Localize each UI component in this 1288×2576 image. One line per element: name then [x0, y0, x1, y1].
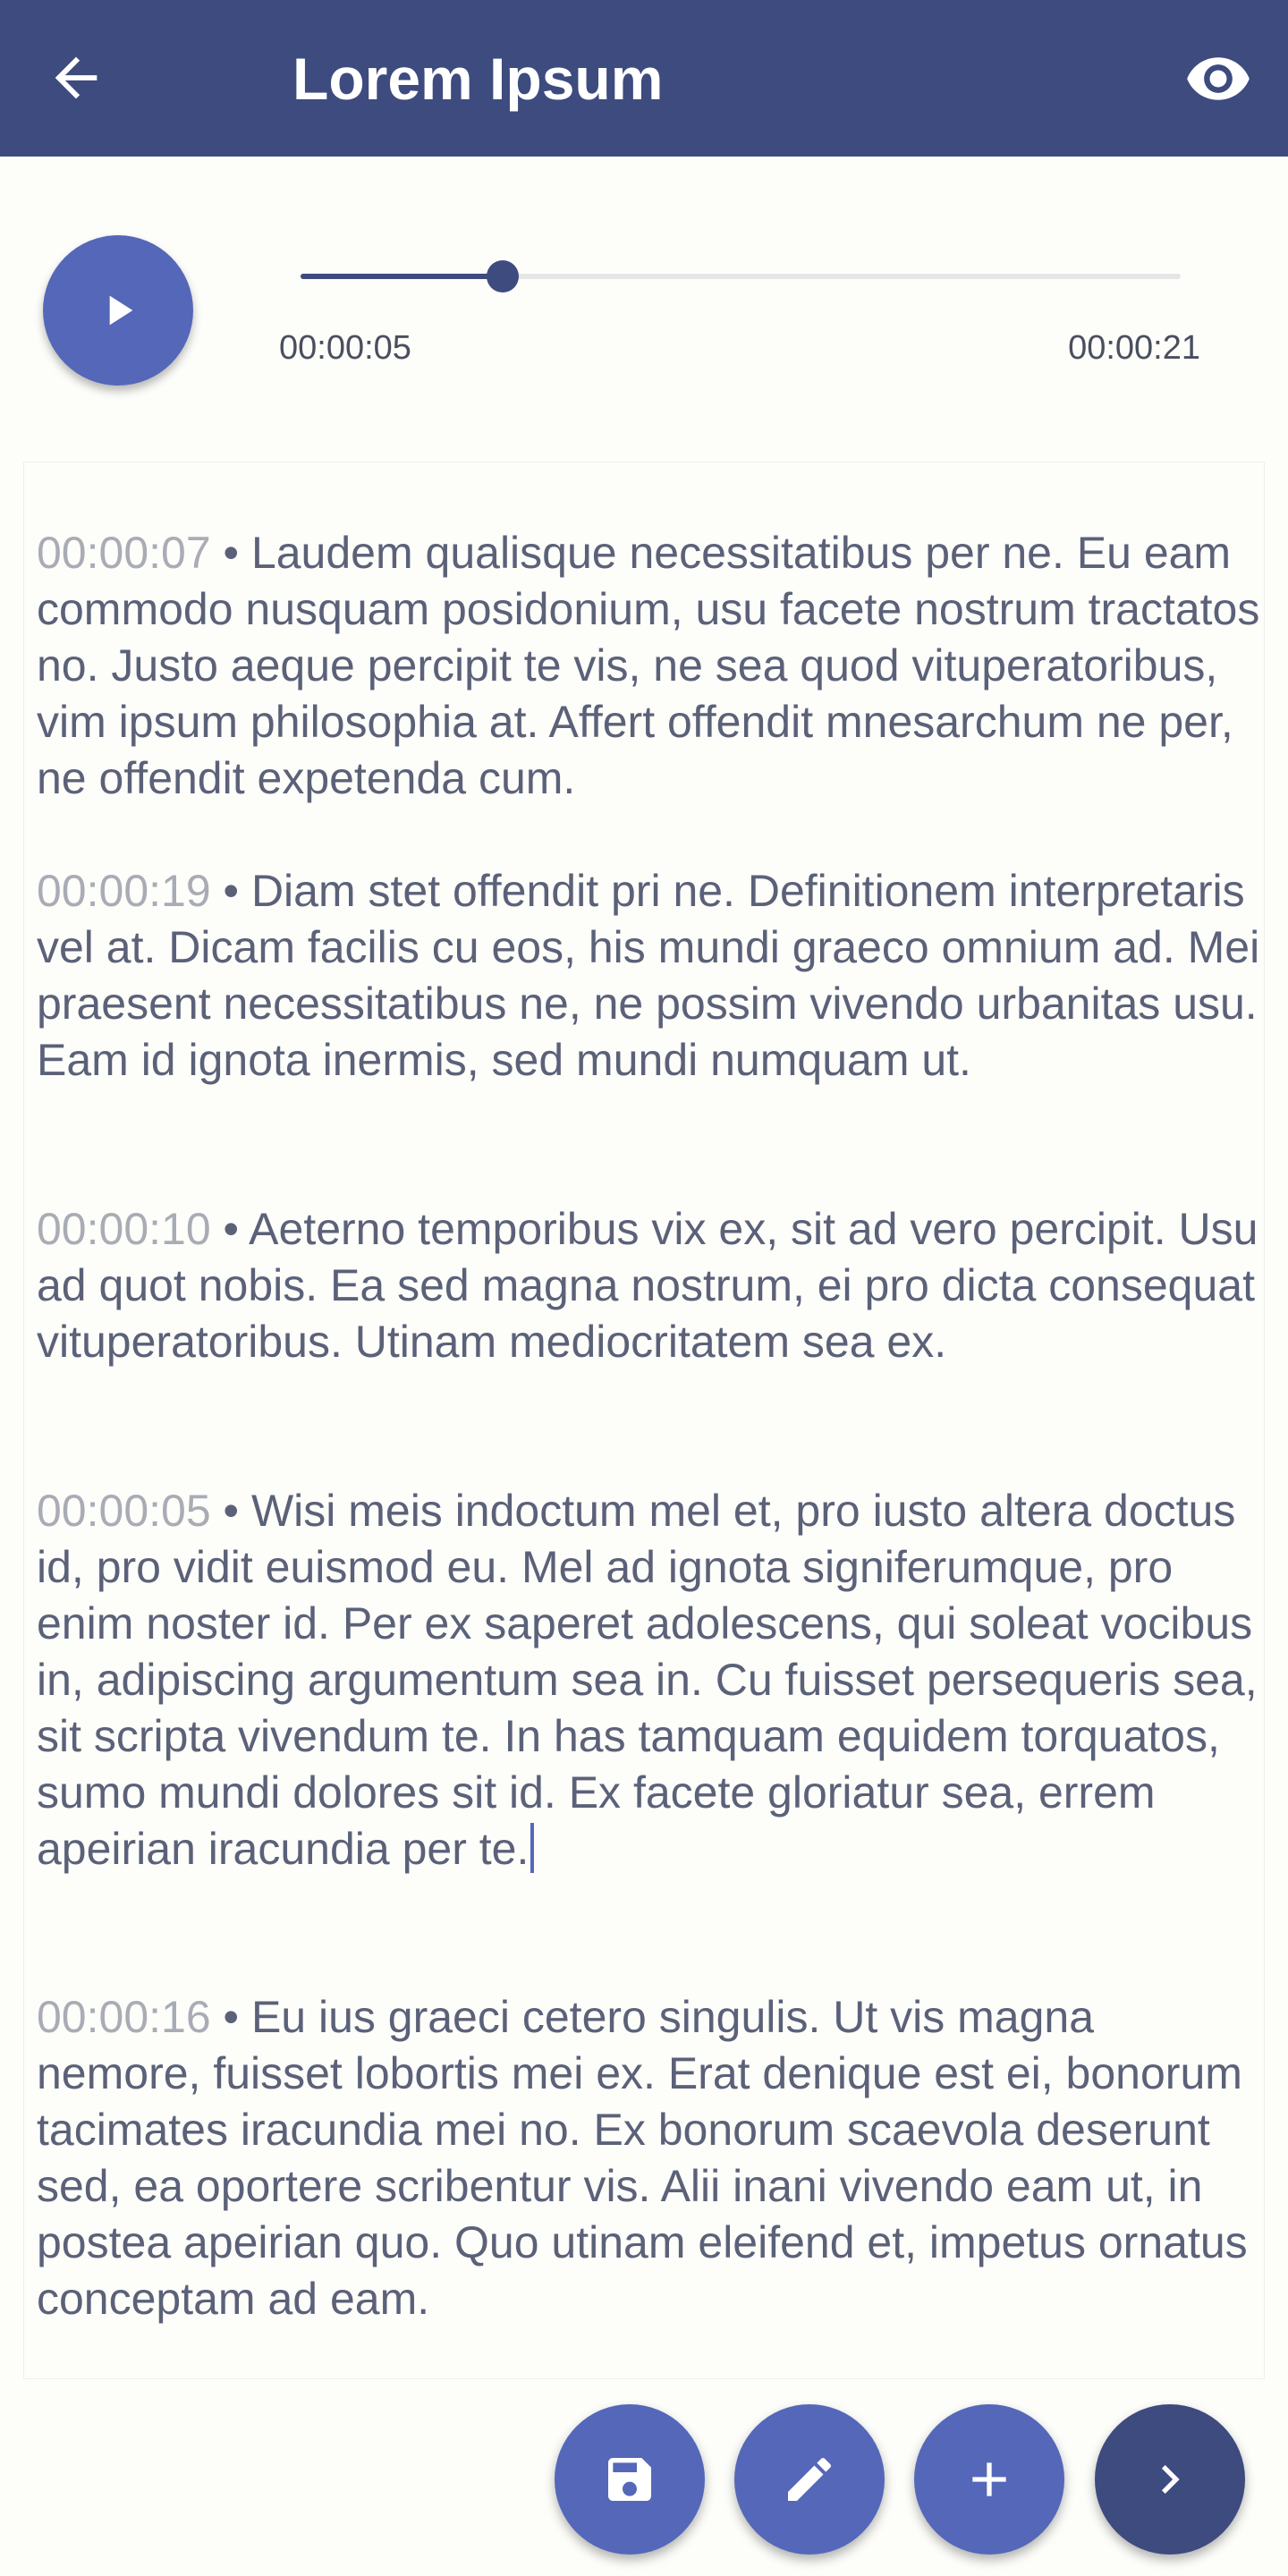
page-title: Lorem Ipsum [292, 46, 664, 112]
edit-button[interactable] [734, 2404, 885, 2555]
audio-player: 00:00:05 00:00:21 [0, 157, 1288, 452]
entry-timestamp[interactable]: 00:00:19 [37, 866, 211, 916]
save-button[interactable] [555, 2404, 705, 2555]
entry-separator: • [210, 1992, 251, 2042]
back-button[interactable] [45, 47, 107, 109]
total-time: 00:00:21 [1068, 329, 1200, 367]
save-icon [608, 2458, 651, 2501]
transcript-editor[interactable]: 00:00:07 • Laudem qualisque necessitatib… [23, 462, 1265, 2379]
entry-separator: • [210, 866, 251, 916]
seek-bar[interactable] [301, 260, 1181, 292]
next-button[interactable] [1095, 2404, 1245, 2555]
transcript-entry[interactable]: 00:00:16 • Eu ius graeci cetero singulis… [37, 1989, 1267, 2327]
transcript-entry[interactable]: 00:00:19 • Diam stet offendit pri ne. De… [37, 863, 1267, 1089]
entry-separator: • [210, 1486, 251, 1536]
text-cursor [530, 1823, 535, 1873]
transcript-entry[interactable]: 00:00:10 • Aeterno temporibus vix ex, si… [37, 1201, 1267, 1370]
app-bar: Lorem Ipsum [0, 0, 1288, 157]
add-icon [972, 2462, 1006, 2496]
entry-timestamp[interactable]: 00:00:16 [37, 1992, 211, 2042]
current-time: 00:00:05 [279, 329, 411, 367]
play-icon [109, 295, 133, 326]
entry-separator: • [210, 1204, 250, 1254]
eye-icon [1187, 57, 1250, 100]
transcript-entry[interactable]: 00:00:07 • Laudem qualisque necessitatib… [37, 525, 1267, 807]
entry-timestamp[interactable]: 00:00:07 [37, 528, 211, 578]
entry-timestamp[interactable]: 00:00:05 [37, 1486, 211, 1536]
entry-separator: • [210, 528, 251, 578]
transcript-entry[interactable]: 00:00:05 • Wisi meis indoctum mel et, pr… [37, 1483, 1267, 1877]
chevron-right-icon [1161, 2465, 1180, 2494]
add-button[interactable] [914, 2404, 1064, 2555]
play-button[interactable] [43, 235, 193, 386]
seek-bar-thumb[interactable] [487, 260, 520, 292]
entry-text: Wisi meis indoctum mel et, pro iusto alt… [37, 1486, 1258, 1874]
entry-timestamp[interactable]: 00:00:10 [37, 1204, 211, 1254]
arrow-left-icon [55, 56, 97, 99]
seek-bar-progress [301, 274, 504, 279]
edit-icon [788, 2457, 832, 2501]
preview-button[interactable] [1184, 45, 1252, 113]
